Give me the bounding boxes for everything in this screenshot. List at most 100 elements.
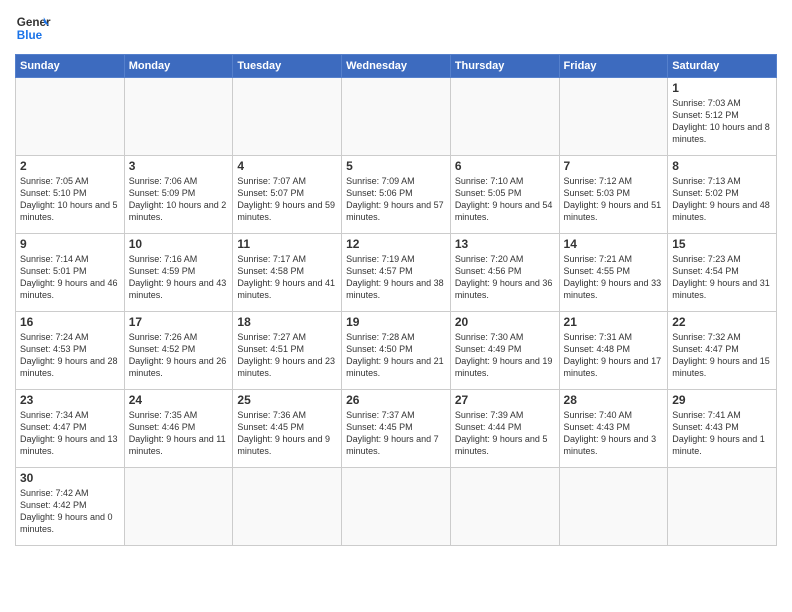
day-number: 16 — [20, 315, 120, 329]
day-info: Sunrise: 7:16 AM Sunset: 4:59 PM Dayligh… — [129, 253, 229, 302]
calendar-cell: 27Sunrise: 7:39 AM Sunset: 4:44 PM Dayli… — [450, 390, 559, 468]
calendar-cell — [124, 468, 233, 546]
calendar-week-3: 9 Sunrise: 7:14 AM Sunset: 5:01 PM Daylig… — [16, 234, 777, 312]
day-info: Sunrise: 7:26 AM Sunset: 4:52 PM Dayligh… — [129, 331, 229, 380]
calendar-cell — [450, 78, 559, 156]
day-number: 17 — [129, 315, 229, 329]
col-header-sunday: Sunday — [16, 55, 125, 78]
day-info: Sunrise: 7:28 AM Sunset: 4:50 PM Dayligh… — [346, 331, 446, 380]
day-info: Sunrise: 7:20 AM Sunset: 4:56 PM Dayligh… — [455, 253, 555, 302]
calendar-header-row: SundayMondayTuesdayWednesdayThursdayFrid… — [16, 55, 777, 78]
day-info: Sunrise: 7:30 AM Sunset: 4:49 PM Dayligh… — [455, 331, 555, 380]
calendar-cell — [16, 78, 125, 156]
calendar-cell: 19 Sunrise: 7:28 AM Sunset: 4:50 PM Dayli… — [342, 312, 451, 390]
calendar-cell: 5Sunrise: 7:09 AM Sunset: 5:06 PM Daylig… — [342, 156, 451, 234]
calendar-cell: 18Sunrise: 7:27 AM Sunset: 4:51 PM Dayli… — [233, 312, 342, 390]
day-info: Sunrise: 7:31 AM Sunset: 4:48 PM Dayligh… — [564, 331, 664, 380]
day-number: 5 — [346, 159, 446, 173]
day-number: 12 — [346, 237, 446, 251]
header: General Blue — [15, 10, 777, 46]
calendar-cell: 21 Sunrise: 7:31 AM Sunset: 4:48 PM Dayli… — [559, 312, 668, 390]
calendar-cell: 15 Sunrise: 7:23 AM Sunset: 4:54 PM Dayli… — [668, 234, 777, 312]
calendar-cell — [124, 78, 233, 156]
day-number: 8 — [672, 159, 772, 173]
day-number: 26 — [346, 393, 446, 407]
calendar: SundayMondayTuesdayWednesdayThursdayFrid… — [15, 54, 777, 546]
calendar-week-5: 23Sunrise: 7:34 AM Sunset: 4:47 PM Dayli… — [16, 390, 777, 468]
calendar-cell: 2Sunrise: 7:05 AM Sunset: 5:10 PM Daylig… — [16, 156, 125, 234]
day-number: 9 — [20, 237, 120, 251]
day-number: 29 — [672, 393, 772, 407]
day-number: 30 — [20, 471, 120, 485]
calendar-cell: 8Sunrise: 7:13 AM Sunset: 5:02 PM Daylig… — [668, 156, 777, 234]
day-number: 10 — [129, 237, 229, 251]
logo: General Blue — [15, 10, 51, 46]
logo-icon: General Blue — [15, 10, 51, 46]
day-number: 27 — [455, 393, 555, 407]
day-info: Sunrise: 7:21 AM Sunset: 4:55 PM Dayligh… — [564, 253, 664, 302]
day-number: 25 — [237, 393, 337, 407]
day-info: Sunrise: 7:24 AM Sunset: 4:53 PM Dayligh… — [20, 331, 120, 380]
calendar-week-1: 1Sunrise: 7:03 AM Sunset: 5:12 PM Daylig… — [16, 78, 777, 156]
calendar-cell: 7Sunrise: 7:12 AM Sunset: 5:03 PM Daylig… — [559, 156, 668, 234]
day-number: 2 — [20, 159, 120, 173]
day-info: Sunrise: 7:07 AM Sunset: 5:07 PM Dayligh… — [237, 175, 337, 224]
calendar-cell: 1Sunrise: 7:03 AM Sunset: 5:12 PM Daylig… — [668, 78, 777, 156]
calendar-cell: 29 Sunrise: 7:41 AM Sunset: 4:43 PM Dayli… — [668, 390, 777, 468]
day-number: 18 — [237, 315, 337, 329]
day-info: Sunrise: 7:12 AM Sunset: 5:03 PM Dayligh… — [564, 175, 664, 224]
calendar-week-6: 30Sunrise: 7:42 AM Sunset: 4:42 PM Dayli… — [16, 468, 777, 546]
day-number: 1 — [672, 81, 772, 95]
calendar-cell — [233, 78, 342, 156]
calendar-cell: 30Sunrise: 7:42 AM Sunset: 4:42 PM Dayli… — [16, 468, 125, 546]
day-number: 4 — [237, 159, 337, 173]
calendar-cell: 13 Sunrise: 7:20 AM Sunset: 4:56 PM Dayli… — [450, 234, 559, 312]
page: General Blue SundayMondayTuesdayWednesda… — [0, 0, 792, 612]
calendar-week-4: 16 Sunrise: 7:24 AM Sunset: 4:53 PM Dayli… — [16, 312, 777, 390]
day-info: Sunrise: 7:41 AM Sunset: 4:43 PM Dayligh… — [672, 409, 772, 458]
calendar-cell — [450, 468, 559, 546]
day-info: Sunrise: 7:19 AM Sunset: 4:57 PM Dayligh… — [346, 253, 446, 302]
calendar-cell: 11Sunrise: 7:17 AM Sunset: 4:58 PM Dayli… — [233, 234, 342, 312]
calendar-cell: 9 Sunrise: 7:14 AM Sunset: 5:01 PM Daylig… — [16, 234, 125, 312]
calendar-cell: 12 Sunrise: 7:19 AM Sunset: 4:57 PM Dayli… — [342, 234, 451, 312]
col-header-thursday: Thursday — [450, 55, 559, 78]
day-info: Sunrise: 7:34 AM Sunset: 4:47 PM Dayligh… — [20, 409, 120, 458]
day-number: 13 — [455, 237, 555, 251]
day-number: 19 — [346, 315, 446, 329]
calendar-cell — [342, 78, 451, 156]
calendar-cell: 25 Sunrise: 7:36 AM Sunset: 4:45 PM Dayli… — [233, 390, 342, 468]
calendar-cell: 10 Sunrise: 7:16 AM Sunset: 4:59 PM Dayli… — [124, 234, 233, 312]
day-number: 21 — [564, 315, 664, 329]
day-info: Sunrise: 7:14 AM Sunset: 5:01 PM Dayligh… — [20, 253, 120, 302]
day-number: 20 — [455, 315, 555, 329]
day-info: Sunrise: 7:06 AM Sunset: 5:09 PM Dayligh… — [129, 175, 229, 224]
day-number: 11 — [237, 237, 337, 251]
calendar-cell: 16 Sunrise: 7:24 AM Sunset: 4:53 PM Dayli… — [16, 312, 125, 390]
calendar-cell — [559, 78, 668, 156]
col-header-monday: Monday — [124, 55, 233, 78]
day-info: Sunrise: 7:10 AM Sunset: 5:05 PM Dayligh… — [455, 175, 555, 224]
day-info: Sunrise: 7:36 AM Sunset: 4:45 PM Dayligh… — [237, 409, 337, 458]
calendar-cell: 20 Sunrise: 7:30 AM Sunset: 4:49 PM Dayli… — [450, 312, 559, 390]
day-number: 15 — [672, 237, 772, 251]
day-info: Sunrise: 7:32 AM Sunset: 4:47 PM Dayligh… — [672, 331, 772, 380]
col-header-tuesday: Tuesday — [233, 55, 342, 78]
svg-text:Blue: Blue — [17, 29, 43, 42]
calendar-cell — [233, 468, 342, 546]
calendar-cell — [342, 468, 451, 546]
calendar-cell: 26Sunrise: 7:37 AM Sunset: 4:45 PM Dayli… — [342, 390, 451, 468]
calendar-cell — [668, 468, 777, 546]
day-info: Sunrise: 7:23 AM Sunset: 4:54 PM Dayligh… — [672, 253, 772, 302]
col-header-saturday: Saturday — [668, 55, 777, 78]
col-header-wednesday: Wednesday — [342, 55, 451, 78]
day-number: 24 — [129, 393, 229, 407]
day-number: 6 — [455, 159, 555, 173]
day-info: Sunrise: 7:40 AM Sunset: 4:43 PM Dayligh… — [564, 409, 664, 458]
calendar-cell: 14 Sunrise: 7:21 AM Sunset: 4:55 PM Dayli… — [559, 234, 668, 312]
day-number: 28 — [564, 393, 664, 407]
calendar-cell: 17 Sunrise: 7:26 AM Sunset: 4:52 PM Dayli… — [124, 312, 233, 390]
calendar-cell: 6 Sunrise: 7:10 AM Sunset: 5:05 PM Daylig… — [450, 156, 559, 234]
calendar-cell: 24Sunrise: 7:35 AM Sunset: 4:46 PM Dayli… — [124, 390, 233, 468]
day-number: 14 — [564, 237, 664, 251]
